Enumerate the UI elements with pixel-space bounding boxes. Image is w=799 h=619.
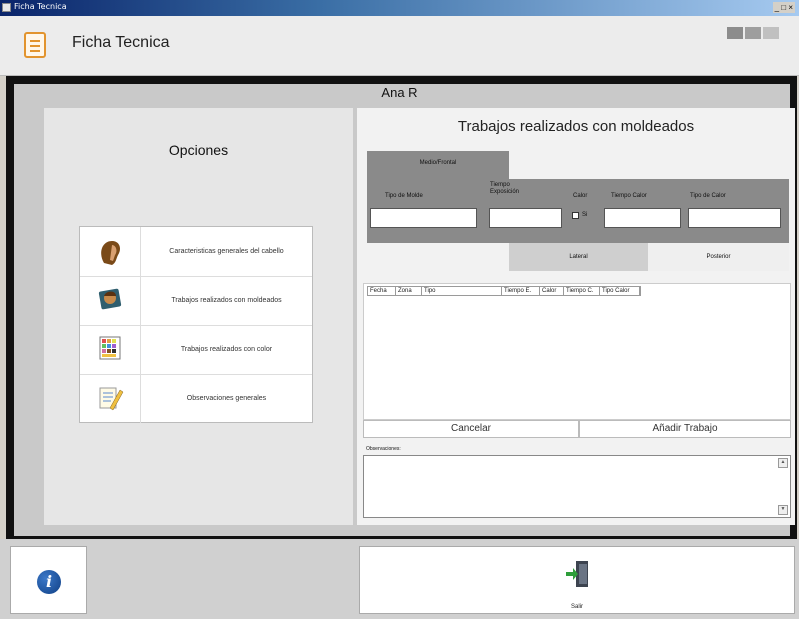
tab-lateral[interactable]: Lateral xyxy=(509,243,648,271)
hair-profile-icon xyxy=(80,227,141,276)
calor-checkbox[interactable] xyxy=(572,212,579,219)
options-heading: Opciones xyxy=(168,142,229,158)
menu-item-label: Trabajos realizados con moldeados xyxy=(171,297,282,304)
grid-column-header[interactable]: Tiempo C. xyxy=(564,287,600,295)
scroll-down-icon[interactable]: ▼ xyxy=(778,505,788,515)
menu-item-observaciones[interactable]: Observaciones generales xyxy=(80,374,312,423)
observations-textarea[interactable]: ▲ ▼ xyxy=(363,455,791,518)
exit-label: Salir xyxy=(570,604,583,610)
window-app-icon xyxy=(2,3,11,12)
tile-icon[interactable] xyxy=(763,27,779,39)
color-palette-icon xyxy=(80,325,141,374)
observations-label: Observaciones: xyxy=(366,446,401,452)
tab-posterior[interactable]: Posterior xyxy=(648,243,789,271)
window-title: Ficha Tecnica xyxy=(14,2,67,11)
grid-column-header[interactable]: Tipo Calor xyxy=(600,287,640,295)
tipo-calor-input[interactable] xyxy=(688,208,781,228)
grid-header: Fecha Zona Tipo Tiempo E. Calor Tiempo C… xyxy=(367,286,641,296)
user-name: Ana R xyxy=(381,85,418,100)
options-menu: Caracteristicas generales del cabello Tr… xyxy=(79,226,313,423)
hair-photo-icon xyxy=(80,276,141,325)
grid-column-header[interactable]: Fecha xyxy=(368,287,396,295)
exit-door-icon xyxy=(566,561,588,587)
tipo-molde-input[interactable] xyxy=(370,208,477,228)
grid-column-header[interactable]: Tipo xyxy=(422,287,502,295)
document-icon xyxy=(24,32,46,58)
window-titlebar: Ficha Tecnica _ □ × xyxy=(0,0,799,16)
menu-item-caracteristicas[interactable]: Caracteristicas generales del cabello xyxy=(80,227,312,277)
scroll-up-icon[interactable]: ▲ xyxy=(778,458,788,468)
tipo-calor-label: Tipo de Calor xyxy=(690,193,726,199)
menu-item-color[interactable]: Trabajos realizados con color xyxy=(80,325,312,375)
notepad-pencil-icon xyxy=(80,374,141,423)
tipo-molde-label: Tipo de Molde xyxy=(385,193,423,199)
calor-check-label: Si xyxy=(582,212,588,218)
tiempo-exposicion-label: Tiempo Exposición xyxy=(490,182,520,195)
grid-column-header[interactable]: Calor xyxy=(540,287,564,295)
info-icon: i xyxy=(37,570,61,594)
cancel-button[interactable]: Cancelar xyxy=(363,420,579,438)
add-work-button[interactable]: Añadir Trabajo xyxy=(579,420,791,438)
menu-item-label: Trabajos realizados con color xyxy=(180,346,273,353)
menu-item-label: Observaciones generales xyxy=(186,395,267,402)
tile-icon[interactable] xyxy=(727,27,743,39)
grid-column-header[interactable]: Zona xyxy=(396,287,422,295)
tile-icon[interactable] xyxy=(745,27,761,39)
works-grid[interactable]: Fecha Zona Tipo Tiempo E. Calor Tiempo C… xyxy=(363,283,791,420)
window-tiles[interactable] xyxy=(727,26,781,39)
grid-column-header[interactable]: Tiempo E. xyxy=(502,287,540,295)
app-title: Ficha Tecnica xyxy=(72,34,170,51)
tab-medio-frontal[interactable]: Medio/Frontal xyxy=(367,151,509,179)
tiempo-calor-input[interactable] xyxy=(604,208,681,228)
tiempo-calor-label: Tiempo Calor xyxy=(611,193,647,199)
window-controls[interactable]: _ □ × xyxy=(772,2,795,13)
work-panel-title: Trabajos realizados con moldeados xyxy=(457,118,695,135)
menu-item-moldeados[interactable]: Trabajos realizados con moldeados xyxy=(80,276,312,326)
calor-label: Calor xyxy=(573,193,588,199)
menu-item-label: Caracteristicas generales del cabello xyxy=(169,248,284,255)
tiempo-exposicion-input[interactable] xyxy=(489,208,562,228)
